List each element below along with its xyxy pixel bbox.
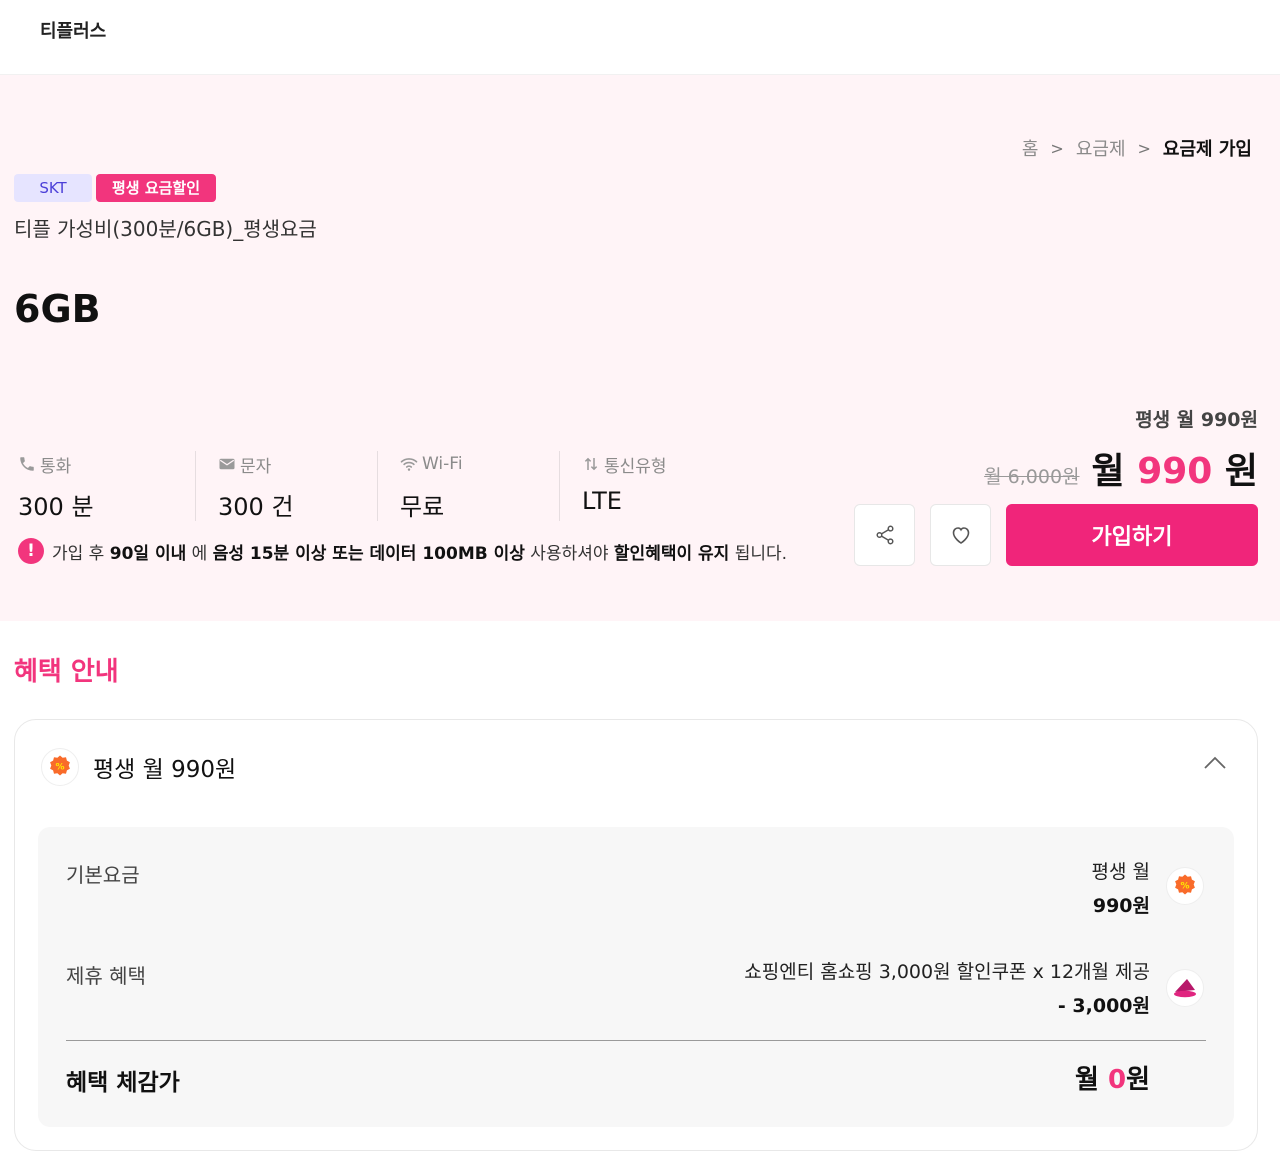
- discount-badge-icon: %: [1166, 867, 1204, 905]
- plan-specs: 통화 300 분 문자 300 건 Wi-Fi 무료 통신유형 LTE: [14, 451, 742, 521]
- breadcrumb-current: 요금제 가입: [1162, 139, 1252, 160]
- partner-benefit-value: 쇼핑엔티 홈쇼핑 3,000원 할인쿠폰 x 12개월 제공 - 3,000원: [744, 961, 1150, 1017]
- carrier-tag: SKT: [14, 174, 92, 202]
- phone-icon: [20, 457, 34, 471]
- plan-name: 티플 가성비(300분/6GB)_평생요금: [14, 217, 317, 241]
- breadcrumb: 홈 > 요금제 > 요금제 가입: [1022, 135, 1252, 161]
- svg-text:%: %: [1180, 882, 1189, 892]
- spec-value: LTE: [582, 487, 622, 515]
- spec-label: 통신유형: [604, 456, 667, 477]
- usage-notice: ! 가입 후 90일 이내 에 음성 15분 이상 또는 데이터 100MB 이…: [18, 538, 787, 564]
- plan-tags: SKT 평생 요금할인: [14, 174, 217, 202]
- effective-price-label: 혜택 체감가: [66, 1070, 180, 1096]
- discounted-price: 월 990 원: [1091, 451, 1258, 492]
- benefit-card-title: 평생 월 990원: [93, 757, 237, 783]
- spec-label: Wi-Fi: [422, 454, 463, 474]
- partner-benefit-label: 제휴 혜택: [66, 964, 146, 988]
- divider: [66, 1040, 1206, 1041]
- heart-icon: [952, 527, 969, 544]
- spec-label: 통화: [40, 456, 72, 477]
- chevron-right-icon: >: [1137, 138, 1151, 158]
- benefit-card: % 평생 월 990원 기본요금 평생 월 990원 % 제휴 혜택 쇼핑엔티 …: [14, 719, 1258, 1151]
- mail-icon: [219, 458, 235, 470]
- benefit-card-header[interactable]: % 평생 월 990원: [41, 748, 236, 786]
- breadcrumb-home[interactable]: 홈: [1022, 135, 1039, 161]
- base-fee-label: 기본요금: [66, 863, 140, 887]
- spec-sms: 문자 300 건: [196, 451, 378, 521]
- spec-wifi: Wi-Fi 무료: [378, 451, 560, 521]
- price-box: 평생 월 990원 월 6,000원 월 990 원: [984, 405, 1258, 494]
- discount-badge-icon: %: [41, 748, 79, 786]
- brand-logo[interactable]: 티플러스: [40, 17, 106, 43]
- updown-arrows-icon: [584, 457, 598, 471]
- chevron-right-icon: >: [1050, 138, 1064, 158]
- benefit-details: 기본요금 평생 월 990원 % 제휴 혜택 쇼핑엔티 홈쇼핑 3,000원 할…: [38, 827, 1234, 1127]
- spec-label: 문자: [240, 456, 272, 477]
- spec-call: 통화 300 분: [14, 451, 196, 521]
- benefits-section-title: 혜택 안내: [14, 657, 119, 687]
- spec-value: 300 분: [18, 493, 94, 521]
- promo-tag: 평생 요금할인: [96, 174, 217, 202]
- svg-text:%: %: [55, 763, 64, 773]
- base-fee-value: 평생 월 990원: [1091, 861, 1150, 917]
- effective-price-value: 월 0원: [1075, 1065, 1150, 1095]
- breadcrumb-plans[interactable]: 요금제: [1076, 135, 1126, 161]
- share-button[interactable]: [854, 504, 915, 566]
- partner-logo-icon: [1166, 969, 1204, 1007]
- chevron-up-icon[interactable]: [1203, 756, 1227, 770]
- share-icon: [875, 525, 894, 545]
- plan-data-amount: 6GB: [14, 287, 101, 331]
- wifi-icon: [400, 458, 418, 471]
- plan-hero: 홈 > 요금제 > 요금제 가입 SKT 평생 요금할인 티플 가성비(300분…: [0, 75, 1280, 621]
- signup-button[interactable]: 가입하기: [1006, 504, 1258, 566]
- spec-network: 통신유형 LTE: [560, 451, 742, 521]
- favorite-button[interactable]: [930, 504, 991, 566]
- top-bar: 티플러스: [0, 0, 1280, 75]
- plan-actions: 가입하기: [854, 504, 1258, 566]
- price-subtitle: 평생 월 990원: [1135, 409, 1258, 431]
- spec-value: 무료: [400, 493, 445, 521]
- exclamation-icon: !: [18, 538, 44, 564]
- spec-value: 300 건: [218, 493, 294, 521]
- original-price: 월 6,000원: [984, 466, 1080, 488]
